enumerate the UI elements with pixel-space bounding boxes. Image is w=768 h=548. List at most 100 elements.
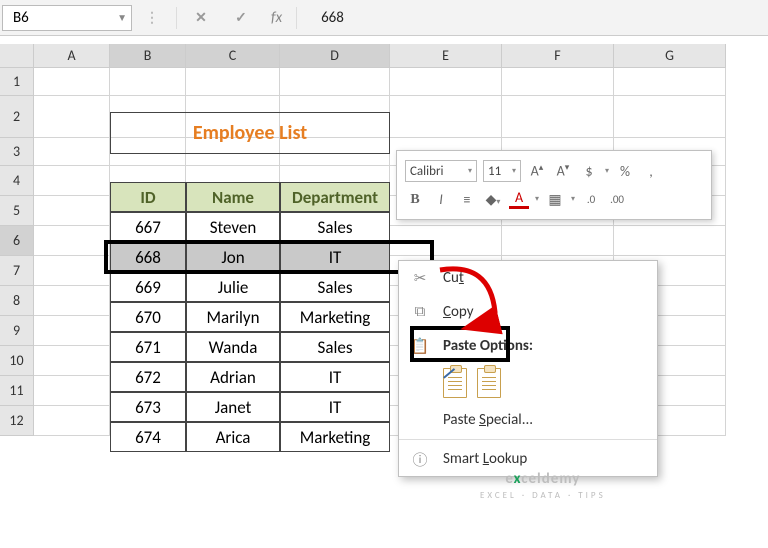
cell[interactable] [34,406,110,436]
col-header-E[interactable]: E [390,44,502,68]
col-header-name[interactable]: Name [186,182,280,212]
cell-name[interactable]: Adrian [186,362,280,392]
cell[interactable] [34,316,110,346]
row-header[interactable]: 11 [0,376,34,406]
cell-id[interactable]: 674 [110,422,186,452]
borders-icon[interactable]: ▦ [545,191,565,208]
cell-id[interactable]: 670 [110,302,186,332]
cell[interactable] [34,166,110,196]
merged-title-cell[interactable]: Employee List [110,112,390,154]
cell-dept[interactable]: IT [280,362,390,392]
cell-dept[interactable]: IT [280,392,390,422]
percent-icon[interactable]: % [615,163,635,180]
cell[interactable] [502,68,614,96]
cell[interactable] [34,96,110,138]
cell[interactable] [34,256,110,286]
row-header[interactable]: 6 [0,226,34,256]
row-header[interactable]: 9 [0,316,34,346]
chevron-down-icon[interactable]: ▼ [117,11,127,24]
italic-button[interactable]: I [431,191,451,208]
col-header-A[interactable]: A [34,44,110,68]
cell-name[interactable]: Arica [186,422,280,452]
row-header[interactable]: 4 [0,166,34,196]
cell-dept[interactable]: Sales [280,272,390,302]
cell[interactable] [614,226,726,256]
cell[interactable] [390,96,502,138]
chevron-down-icon[interactable]: ▾ [571,194,575,204]
cell[interactable] [34,68,110,96]
name-box[interactable]: B6 ▼ [2,5,132,31]
select-all-button[interactable] [0,44,34,68]
cell-dept[interactable]: Marketing [280,422,390,452]
comma-icon[interactable]: , [641,163,661,180]
formula-input[interactable]: 668 [301,9,768,27]
menu-paste-special[interactable]: Paste Special... [399,403,657,437]
cell-id[interactable]: 673 [110,392,186,422]
grow-font-icon[interactable]: A▴ [527,162,547,180]
row-header[interactable]: 7 [0,256,34,286]
menu-copy[interactable]: ⧉ Copy [399,295,657,329]
cell-id[interactable]: 667 [110,212,186,242]
cell-name[interactable]: Janet [186,392,280,422]
cell-dept[interactable]: Sales [280,212,390,242]
currency-icon[interactable]: $ [579,163,599,180]
fontsize-combo[interactable]: 11▾ [483,160,521,182]
cell-id[interactable]: 668 [110,242,186,272]
cell[interactable] [186,68,280,96]
cell-dept[interactable]: Sales [280,332,390,362]
menu-cut-label: Cut [443,269,464,287]
cell[interactable] [502,226,614,256]
col-header-id[interactable]: ID [110,182,186,212]
align-center-icon[interactable]: ≡ [457,191,477,208]
cell[interactable] [34,286,110,316]
paste-default-icon[interactable] [443,368,467,398]
cell[interactable] [34,226,110,256]
col-header-B[interactable]: B [110,44,186,68]
cell[interactable] [110,68,186,96]
cell[interactable] [614,96,726,138]
paste-values-icon[interactable] [477,368,501,398]
row-header[interactable]: 12 [0,406,34,436]
cell-name[interactable]: Marilyn [186,302,280,332]
row-header[interactable]: 2 [0,96,34,138]
row-header[interactable]: 3 [0,138,34,166]
cell-name[interactable]: Jon [186,242,280,272]
col-header-D[interactable]: D [280,44,390,68]
cell[interactable] [34,376,110,406]
cell-name[interactable]: Steven [186,212,280,242]
cell-id[interactable]: 672 [110,362,186,392]
cell-dept[interactable]: Marketing [280,302,390,332]
shrink-font-icon[interactable]: A▾ [553,162,573,180]
row-header[interactable]: 1 [0,68,34,96]
cell-id[interactable]: 669 [110,272,186,302]
cell[interactable] [34,138,110,166]
font-combo[interactable]: Calibri▾ [405,160,477,182]
row-header[interactable]: 5 [0,196,34,226]
col-header-G[interactable]: G [614,44,726,68]
cell[interactable] [390,226,502,256]
cell-name[interactable]: Julie [186,272,280,302]
fill-color-icon[interactable]: ◆▾ [483,191,503,208]
cell[interactable] [280,68,390,96]
cell[interactable] [502,96,614,138]
decrease-decimal-icon[interactable]: .0 [581,193,601,206]
font-color-icon[interactable]: A [509,189,529,209]
cell-id[interactable]: 671 [110,332,186,362]
row-header[interactable]: 10 [0,346,34,376]
col-header-C[interactable]: C [186,44,280,68]
menu-cut[interactable]: ✂ Cut [399,261,657,295]
increase-decimal-icon[interactable]: .00 [607,193,627,206]
fx-label[interactable]: fx [271,9,282,27]
cell[interactable] [34,196,110,226]
col-header-dept[interactable]: Department [280,182,390,212]
cell[interactable] [34,346,110,376]
bold-button[interactable]: B [405,190,425,208]
cell-dept[interactable]: IT [280,242,390,272]
col-header-F[interactable]: F [502,44,614,68]
chevron-down-icon[interactable]: ▾ [605,166,609,176]
cell[interactable] [390,68,502,96]
cell-name[interactable]: Wanda [186,332,280,362]
cell[interactable] [614,68,726,96]
row-header[interactable]: 8 [0,286,34,316]
chevron-down-icon[interactable]: ▾ [535,194,539,204]
